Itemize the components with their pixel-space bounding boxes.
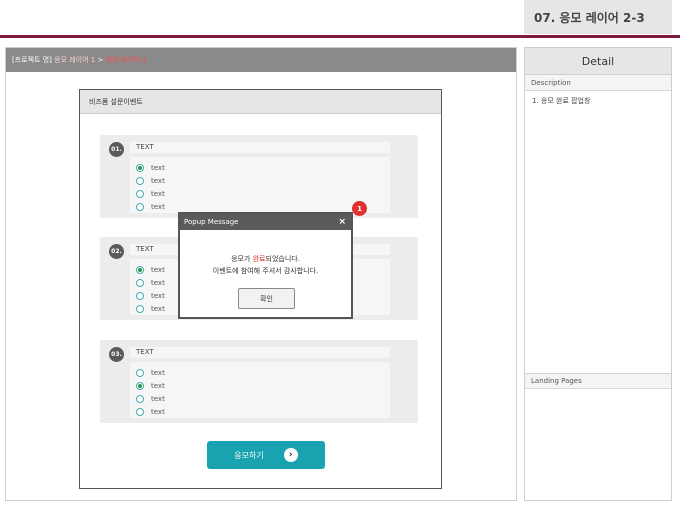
detail-title: Detail bbox=[525, 48, 671, 75]
popup-message-line1: 응모가 완료되었습니다. bbox=[231, 255, 300, 263]
option-item[interactable]: text bbox=[130, 405, 390, 418]
option-item[interactable]: text bbox=[130, 392, 390, 405]
page-tag: 07. 응모 레이어 2-3 bbox=[524, 0, 672, 34]
description-item: 1. 응모 완료 팝업창 bbox=[532, 97, 591, 105]
radio-icon[interactable] bbox=[136, 407, 144, 416]
arrow-right-icon: › bbox=[283, 448, 298, 462]
radio-selected-icon[interactable] bbox=[136, 381, 144, 390]
popup-title: Popup Message bbox=[184, 218, 239, 226]
close-icon[interactable]: × bbox=[338, 217, 346, 227]
question-card: 01. TEXT text text text text bbox=[100, 135, 418, 218]
radio-icon[interactable] bbox=[136, 278, 144, 287]
question-card: 03. TEXT text text text text bbox=[100, 340, 418, 423]
option-item[interactable]: text bbox=[130, 366, 390, 379]
submit-label: 응모하기 bbox=[234, 450, 264, 460]
radio-icon[interactable] bbox=[136, 368, 144, 377]
question-text: TEXT bbox=[130, 142, 390, 153]
radio-icon[interactable] bbox=[136, 291, 144, 300]
radio-selected-icon[interactable] bbox=[136, 163, 144, 172]
breadcrumb-current: 응모 레이어 2 bbox=[105, 56, 147, 64]
question-number: 02. bbox=[109, 244, 124, 259]
popup-message: 응모가 완료되었습니다. 이벤트에 참여해 주셔서 감사합니다. bbox=[180, 230, 351, 277]
radio-selected-icon[interactable] bbox=[136, 265, 144, 274]
radio-icon[interactable] bbox=[136, 189, 144, 198]
top-divider bbox=[0, 35, 680, 38]
radio-icon[interactable] bbox=[136, 176, 144, 185]
breadcrumb-separator: > bbox=[97, 56, 104, 64]
option-list: text text text text bbox=[130, 157, 390, 213]
popup-message-line2: 이벤트에 참여해 주셔서 감사합니다. bbox=[212, 267, 319, 275]
option-list: text text text text bbox=[130, 362, 390, 418]
survey-title: 비즈폼 설문이벤트 bbox=[89, 97, 143, 106]
radio-icon[interactable] bbox=[136, 394, 144, 403]
detail-panel: Detail Description 1. 응모 완료 팝업창 Landing … bbox=[524, 47, 672, 501]
option-item[interactable]: text bbox=[130, 161, 390, 174]
survey-header: 비즈폼 설문이벤트 bbox=[80, 90, 441, 114]
breadcrumb: [프로젝트 명] 응모 레이어 1 > 응모 레이어 2 bbox=[6, 48, 516, 72]
question-number: 01. bbox=[109, 142, 124, 157]
popup-header: Popup Message × bbox=[180, 214, 351, 230]
description-label: Description bbox=[525, 75, 671, 91]
option-item[interactable]: text bbox=[130, 379, 390, 392]
landing-pages-label: Landing Pages bbox=[525, 373, 671, 389]
question-text: TEXT bbox=[130, 347, 390, 358]
option-item[interactable]: text bbox=[130, 174, 390, 187]
submit-button[interactable]: 응모하기 › bbox=[207, 441, 325, 469]
option-item[interactable]: text bbox=[130, 187, 390, 200]
breadcrumb-project: [프로젝트 명] bbox=[12, 56, 52, 64]
annotation-badge: 1 bbox=[352, 201, 367, 216]
breadcrumb-segment[interactable]: 응모 레이어 1 bbox=[54, 55, 95, 65]
popup-dialog: Popup Message × 응모가 완료되었습니다. 이벤트에 참여해 주셔… bbox=[178, 212, 353, 319]
confirm-button[interactable]: 확인 bbox=[238, 288, 295, 309]
radio-icon[interactable] bbox=[136, 304, 144, 313]
radio-icon[interactable] bbox=[136, 202, 144, 211]
description-list: 1. 응모 완료 팝업창 bbox=[525, 91, 671, 111]
question-number: 03. bbox=[109, 347, 124, 362]
